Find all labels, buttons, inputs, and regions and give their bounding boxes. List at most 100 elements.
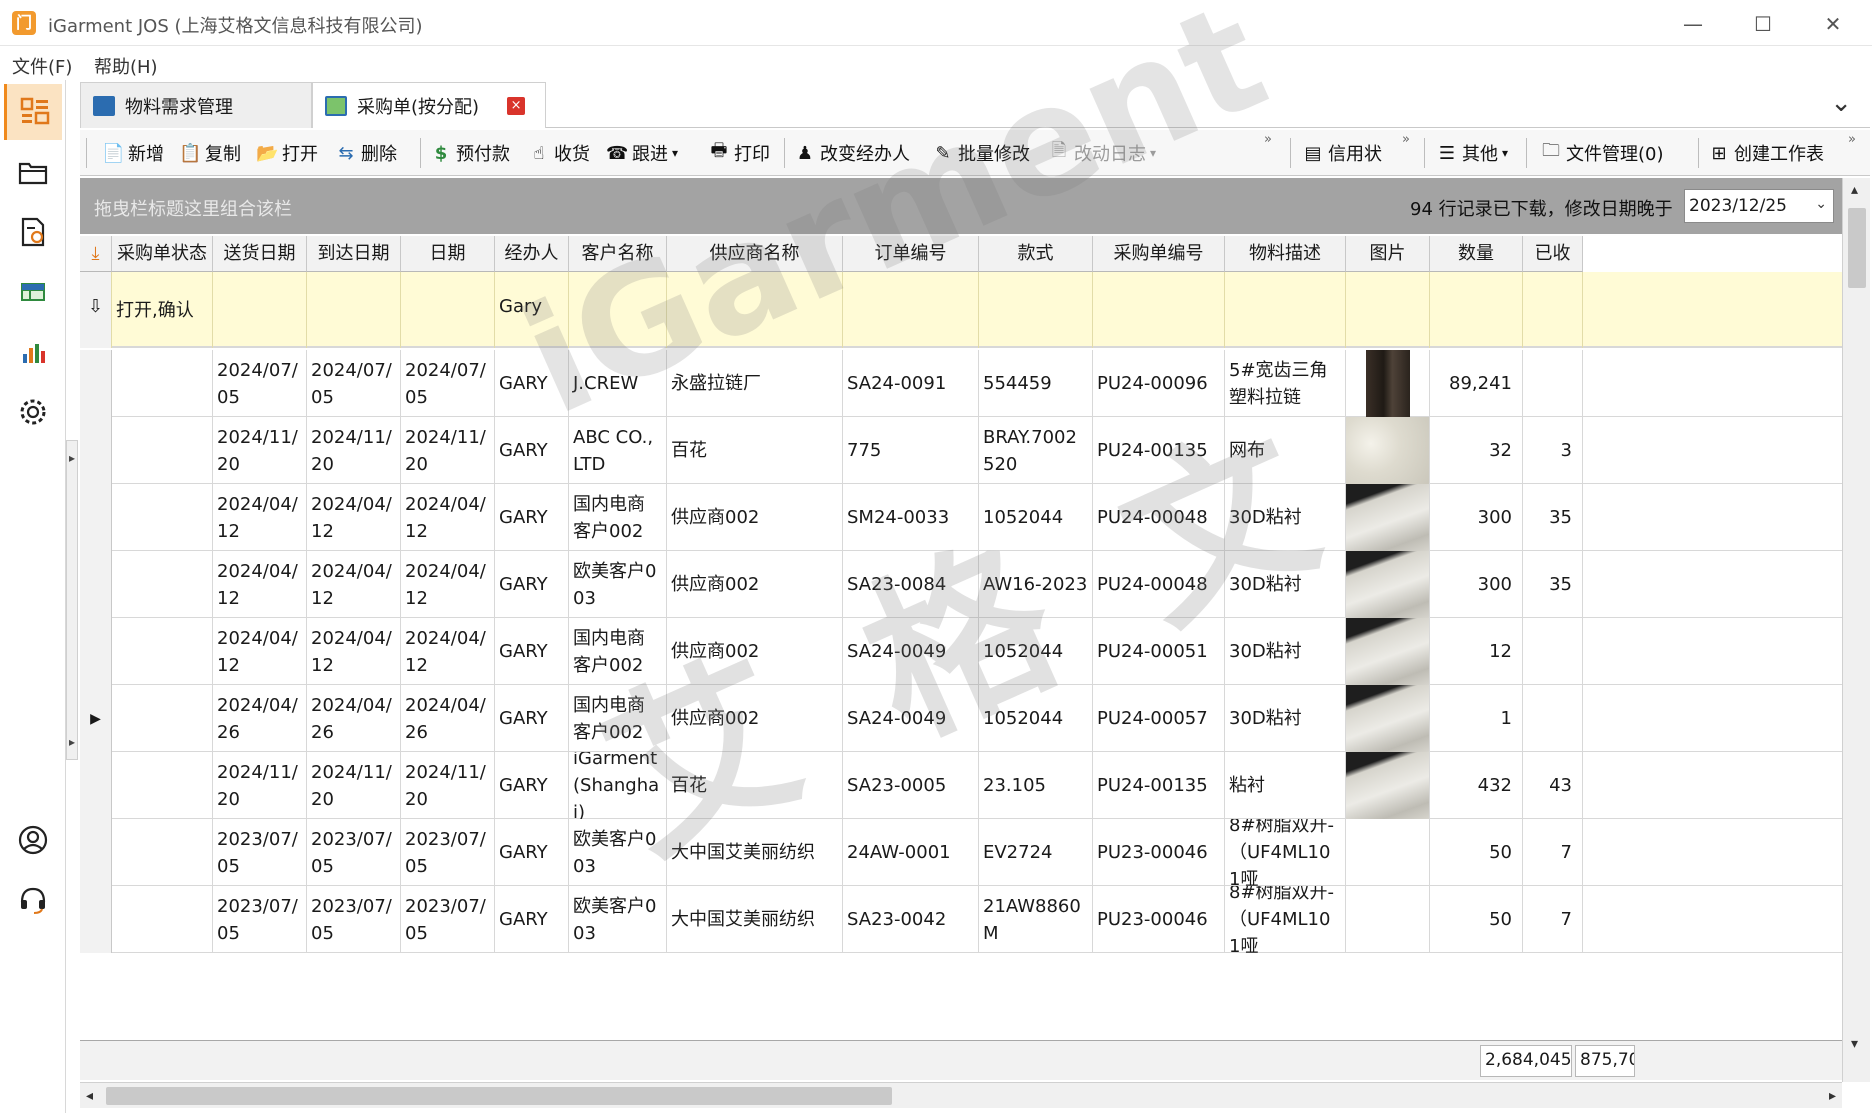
filter-received[interactable] xyxy=(1523,272,1583,348)
cell-received[interactable] xyxy=(1523,618,1583,685)
column-header-supplier[interactable]: 供应商名称 xyxy=(667,236,843,272)
row-selector[interactable] xyxy=(80,886,112,953)
cell-supplier[interactable]: 百花 xyxy=(667,417,843,484)
cell-style[interactable]: AW16-2023 xyxy=(979,551,1093,618)
cell-customer[interactable]: J.CREW xyxy=(569,350,667,417)
cell-date[interactable]: 2024/07/05 xyxy=(401,350,495,417)
cell-delivery-date[interactable]: 2024/04/12 xyxy=(213,484,307,551)
table-row[interactable]: 2024/04/12 2024/04/12 2024/04/12 GARY 国内电商客户… xyxy=(80,484,1842,551)
cell-po-no[interactable]: PU24-00096 xyxy=(1093,350,1225,417)
close-button[interactable]: ✕ xyxy=(1798,4,1868,44)
filter-delivery-date[interactable] xyxy=(213,272,307,348)
receive-button[interactable]: ☝ 收货 xyxy=(528,140,590,166)
column-header-arrival-date[interactable]: 到达日期 xyxy=(307,236,401,272)
scroll-right-icon[interactable]: ▸ xyxy=(1829,1088,1836,1104)
toolbar-overflow-icon[interactable]: » xyxy=(1848,132,1856,147)
cell-supplier[interactable]: 永盛拉链厂 xyxy=(667,350,843,417)
cell-arrival-date[interactable]: 2024/04/12 xyxy=(307,551,401,618)
cell-material[interactable]: 8#树脂双开-（UF4ML101哑 xyxy=(1225,886,1346,953)
cell-qty[interactable]: 50 xyxy=(1430,886,1523,953)
prepay-button[interactable]: $ 预付款 xyxy=(430,140,510,166)
cell-received[interactable]: 35 xyxy=(1523,484,1583,551)
cell-status[interactable] xyxy=(112,685,213,752)
cell-material[interactable]: 30D粘衬 xyxy=(1225,685,1346,752)
filter-material[interactable] xyxy=(1225,272,1346,348)
cell-order-no[interactable]: SA24-0049 xyxy=(843,685,979,752)
cell-handler[interactable]: GARY xyxy=(495,484,569,551)
cell-customer[interactable]: iGarment (Shanghai) xyxy=(569,752,667,819)
cell-date[interactable]: 2024/04/12 xyxy=(401,551,495,618)
scroll-left-icon[interactable]: ◂ xyxy=(86,1088,93,1104)
cell-material[interactable]: 粘衬 xyxy=(1225,752,1346,819)
delete-button[interactable]: ⇆ 删除 xyxy=(335,140,397,166)
nav-settings-button[interactable] xyxy=(4,384,62,440)
table-row[interactable]: 2024/04/12 2024/04/12 2024/04/12 GARY 国内电商客户… xyxy=(80,618,1842,685)
material-thumbnail[interactable] xyxy=(1365,350,1410,417)
row-selector[interactable] xyxy=(80,551,112,618)
cell-arrival-date[interactable]: 2024/07/05 xyxy=(307,350,401,417)
toolbar-overflow-icon[interactable]: » xyxy=(1402,132,1410,147)
cell-customer[interactable]: 欧美客户003 xyxy=(569,886,667,953)
cell-delivery-date[interactable]: 2024/07/05 xyxy=(213,350,307,417)
cell-arrival-date[interactable]: 2024/11/20 xyxy=(307,417,401,484)
panel-splitter-handle[interactable]: ▸ ▸ xyxy=(66,440,78,760)
cell-image[interactable] xyxy=(1346,685,1430,752)
nav-dashboard-button[interactable] xyxy=(4,84,62,140)
cell-material[interactable]: 网布 xyxy=(1225,417,1346,484)
cell-date[interactable]: 2024/04/12 xyxy=(401,618,495,685)
vertical-scrollbar[interactable]: ▴ ▾ xyxy=(1842,178,1870,1082)
cell-received[interactable] xyxy=(1523,350,1583,417)
cell-received[interactable]: 3 xyxy=(1523,417,1583,484)
cell-customer[interactable]: 国内电商客户002 xyxy=(569,685,667,752)
cell-order-no[interactable]: 24AW-0001 xyxy=(843,819,979,886)
cell-delivery-date[interactable]: 2024/04/12 xyxy=(213,551,307,618)
cell-supplier[interactable]: 供应商002 xyxy=(667,484,843,551)
nav-folder-button[interactable] xyxy=(4,144,62,200)
cell-arrival-date[interactable]: 2023/07/05 xyxy=(307,819,401,886)
filter-image[interactable] xyxy=(1346,272,1430,348)
cell-received[interactable]: 7 xyxy=(1523,819,1583,886)
cell-image[interactable] xyxy=(1346,752,1430,819)
cell-qty[interactable]: 300 xyxy=(1430,551,1523,618)
copy-button[interactable]: 📋 复制 xyxy=(179,140,241,166)
filter-date[interactable] xyxy=(401,272,495,348)
new-button[interactable]: 📄 新增 xyxy=(102,140,164,166)
table-row[interactable]: 2024/11/20 2024/11/20 2024/11/20 GARY ABC CO… xyxy=(80,417,1842,484)
cell-style[interactable]: 1052044 xyxy=(979,685,1093,752)
nav-document-button[interactable] xyxy=(4,204,62,260)
row-selector[interactable] xyxy=(80,484,112,551)
cell-order-no[interactable]: SA23-0084 xyxy=(843,551,979,618)
cell-date[interactable]: 2024/11/20 xyxy=(401,417,495,484)
cell-customer[interactable]: ABC CO.,LTD xyxy=(569,417,667,484)
material-thumbnail[interactable] xyxy=(1346,551,1429,618)
cell-style[interactable]: 554459 xyxy=(979,350,1093,417)
cell-status[interactable] xyxy=(112,551,213,618)
cell-qty[interactable]: 50 xyxy=(1430,819,1523,886)
cell-handler[interactable]: GARY xyxy=(495,819,569,886)
filter-order-no[interactable] xyxy=(843,272,979,348)
cell-supplier[interactable]: 供应商002 xyxy=(667,685,843,752)
cell-order-no[interactable]: SA23-0005 xyxy=(843,752,979,819)
cell-po-no[interactable]: PU24-00135 xyxy=(1093,752,1225,819)
cell-received[interactable]: 35 xyxy=(1523,551,1583,618)
cell-style[interactable]: 23.105 xyxy=(979,752,1093,819)
cell-handler[interactable]: GARY xyxy=(495,618,569,685)
cell-material[interactable]: 30D粘衬 xyxy=(1225,484,1346,551)
filter-qty[interactable] xyxy=(1430,272,1523,348)
cell-status[interactable] xyxy=(112,618,213,685)
minimize-button[interactable]: — xyxy=(1658,4,1728,44)
nav-support-button[interactable] xyxy=(4,872,62,928)
cell-date[interactable]: 2023/07/05 xyxy=(401,819,495,886)
material-thumbnail[interactable] xyxy=(1346,685,1429,752)
table-row[interactable]: ▶ 2024/04/26 2024/04/26 2024/04/26 GARY 国内电商客… xyxy=(80,685,1842,752)
cell-order-no[interactable]: SA24-0049 xyxy=(843,618,979,685)
cell-handler[interactable]: GARY xyxy=(495,752,569,819)
cell-image[interactable] xyxy=(1346,886,1430,953)
cell-qty[interactable]: 89,241 xyxy=(1430,350,1523,417)
cell-delivery-date[interactable]: 2024/04/12 xyxy=(213,618,307,685)
cell-material[interactable]: 30D粘衬 xyxy=(1225,618,1346,685)
cell-order-no[interactable]: 775 xyxy=(843,417,979,484)
cell-date[interactable]: 2024/04/26 xyxy=(401,685,495,752)
column-header-order-no[interactable]: 订单编号 xyxy=(843,236,979,272)
cell-image[interactable] xyxy=(1346,618,1430,685)
